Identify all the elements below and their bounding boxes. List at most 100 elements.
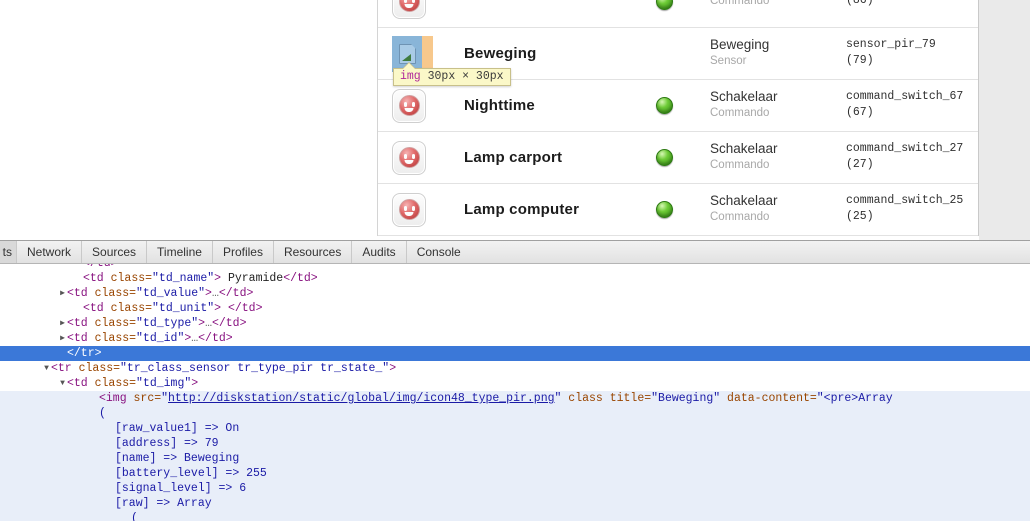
devtools-elements-tree[interactable]: </td><td class="td_name"> Pyramide</td>▶…: [0, 264, 1030, 521]
device-name: Lamp carport: [464, 149, 563, 166]
device-name-cell: Lamp computer: [450, 201, 618, 218]
dom-token-tagp: <td: [67, 317, 95, 330]
devtools-tab-label: Profiles: [222, 245, 263, 259]
table-row[interactable]: Lamp computer Schakelaar Commando command_s…: [378, 184, 978, 236]
dom-tree-line[interactable]: [raw_value1] => On: [0, 421, 1030, 436]
device-id: command_switch_27: [846, 141, 964, 155]
dom-token-attr: class=: [94, 287, 137, 300]
dom-token-tagp: <td: [83, 272, 111, 285]
device-category: Commando: [710, 107, 770, 120]
dom-token-tagp: >: [389, 362, 397, 375]
dom-tree-line[interactable]: [signal_level] => 6: [0, 481, 1030, 496]
dom-token-tagp: </td>: [198, 332, 233, 345]
dom-tree-line[interactable]: [address] => 79: [0, 436, 1030, 451]
dom-tree-line[interactable]: </td>: [0, 264, 1030, 271]
devtools-tab-timeline[interactable]: Timeline: [147, 241, 213, 263]
device-name-cell: Nighttime: [450, 97, 618, 114]
device-id: command_switch_25: [846, 193, 964, 207]
state-on-indicator-icon[interactable]: [655, 201, 673, 218]
table-row[interactable]: Nighttime Schakelaar Commando command_switc…: [378, 80, 978, 132]
devtools-tab-audits[interactable]: Audits: [352, 241, 407, 263]
dom-tree-line[interactable]: [name] => Beweging: [0, 451, 1030, 466]
state-on-indicator-icon[interactable]: [655, 97, 673, 114]
devtools-tab-resources[interactable]: Resources: [274, 241, 353, 263]
devtools-tab-label: Resources: [283, 245, 342, 259]
expand-arrow-closed-icon[interactable]: ▶: [58, 331, 67, 346]
dom-token-val: "td_name": [152, 272, 215, 285]
dom-tree-line[interactable]: ▶ <td class="td_value">…</td>: [0, 286, 1030, 301]
state-on-indicator-icon[interactable]: [655, 149, 673, 166]
dom-token-tagp: </td>: [211, 317, 247, 330]
device-state-cell[interactable]: [618, 0, 710, 10]
devtools-tab-label: Console: [416, 245, 461, 259]
dom-token-attr: class: [561, 392, 610, 405]
device-state-cell[interactable]: [618, 149, 710, 166]
devtools-tab-profiles[interactable]: Profiles: [213, 241, 274, 263]
devtools-tab-label: Sources: [92, 245, 137, 259]
device-id: sensor_pir_79: [846, 37, 936, 51]
dom-token-val: "td_type": [136, 317, 199, 330]
state-on-indicator-icon[interactable]: [655, 0, 673, 10]
devtools-tab-ts[interactable]: ts: [0, 241, 17, 263]
page-right-gutter: [979, 0, 1030, 240]
expand-arrow-closed-icon[interactable]: ▶: [58, 316, 67, 331]
table-row[interactable]: Commando (86): [378, 0, 978, 28]
dom-token-val: "td_id": [136, 332, 185, 345]
device-icon-cell: [392, 0, 450, 19]
dom-tree-line[interactable]: ▶ <td class="td_id">…</td>: [0, 331, 1030, 346]
devtools-tab-console[interactable]: Console: [407, 241, 471, 263]
dom-tree-line[interactable]: ▶ <td class="td_type">…</td>: [0, 316, 1030, 331]
dom-token-tagp: <td: [67, 287, 95, 300]
dom-token-val: (: [99, 407, 106, 420]
dom-token-txt: Pyramide: [221, 272, 284, 285]
dom-tree-line[interactable]: <img src="http://diskstation/static/glob…: [0, 391, 1030, 406]
plug-face: [398, 199, 420, 220]
dom-tree-line[interactable]: <td class="td_name"> Pyramide</td>: [0, 271, 1030, 286]
device-address: (79): [846, 53, 874, 67]
dom-tree-line[interactable]: ▼ <tr class="tr_class_sensor tr_type_pir …: [0, 361, 1030, 376]
device-name: Lamp computer: [464, 201, 580, 218]
devtools-tab-label: Audits: [362, 245, 396, 259]
dom-token-tagp: <tr: [51, 362, 79, 375]
dom-token-val: (: [131, 512, 138, 521]
expand-arrow-open-icon[interactable]: ▼: [58, 376, 67, 391]
plug-face: [398, 147, 420, 168]
dom-token-val: [signal_level] => 6: [115, 482, 247, 495]
device-icon-cell: [392, 140, 450, 175]
dom-token-txt: [221, 302, 228, 315]
dom-token-val: ": [161, 392, 169, 405]
dom-tree-line[interactable]: [battery_level] => 255: [0, 466, 1030, 481]
dom-token-attr: class=: [94, 317, 137, 330]
expand-arrow-open-icon[interactable]: ▼: [42, 361, 51, 376]
device-address: (27): [846, 157, 874, 171]
dom-token-val: "Beweging": [651, 392, 721, 405]
dom-token-attr: class=: [94, 377, 137, 390]
device-category: Commando: [710, 0, 770, 7]
dom-token-val: [battery_level] => 255: [115, 467, 267, 480]
dom-token-tagp: </td>: [227, 302, 263, 315]
devtools-tab-network[interactable]: Network: [17, 241, 83, 263]
dom-token-attr: title=: [609, 392, 652, 405]
inspector-tooltip-tag: img: [400, 70, 421, 83]
device-address: (86): [846, 0, 874, 8]
dom-tree-line[interactable]: </tr>: [0, 346, 1030, 361]
expand-arrow-closed-icon[interactable]: ▶: [58, 286, 67, 301]
dom-tree-line[interactable]: ▼ <td class="td_img">: [0, 376, 1030, 391]
devtools-tab-sources[interactable]: Sources: [82, 241, 148, 263]
dom-token-attr: class=: [110, 272, 153, 285]
device-state-cell[interactable]: [618, 201, 710, 218]
dom-token-val: [raw_value1] => On: [115, 422, 240, 435]
dom-tree-line[interactable]: (: [0, 511, 1030, 521]
device-name-cell: Beweging: [450, 45, 618, 62]
devtools-tab-label: Network: [27, 245, 72, 259]
dom-tree-line[interactable]: [raw] => Array: [0, 496, 1030, 511]
device-state-cell[interactable]: [618, 97, 710, 114]
plug-mouth: [404, 108, 414, 112]
dom-tree-line[interactable]: (: [0, 406, 1030, 421]
dom-token-tagp: <img: [99, 392, 134, 405]
device-name: Nighttime: [464, 97, 535, 114]
device-category: Sensor: [710, 55, 747, 68]
dom-token-lnk[interactable]: http://diskstation/static/global/img/ico…: [168, 392, 554, 405]
table-row[interactable]: Lamp carport Schakelaar Commando command_sw…: [378, 132, 978, 184]
dom-tree-line[interactable]: <td class="td_unit"> </td>: [0, 301, 1030, 316]
